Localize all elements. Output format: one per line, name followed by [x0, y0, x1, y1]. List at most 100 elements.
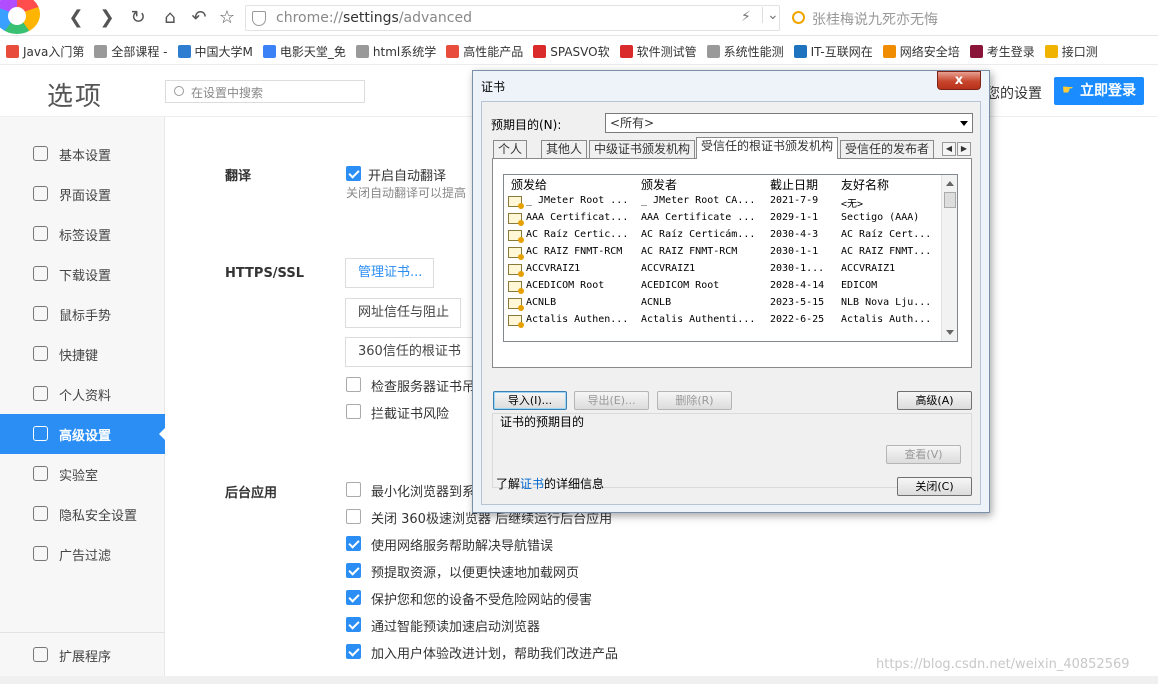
- sidebar-item-mouse[interactable]: 鼠标手势: [0, 294, 165, 334]
- address-bar[interactable]: chrome://settings/advanced ⚡ ⌄: [245, 5, 780, 31]
- tab-icon: [33, 226, 48, 241]
- dialog-close-icon[interactable]: x: [937, 71, 981, 90]
- certificate-list: 颁发给 颁发者 截止日期 友好名称 _ JMeter Root ... _ JMe…: [503, 174, 958, 342]
- watermark: https://blog.csdn.net/weixin_40852569: [876, 657, 1130, 672]
- tab-scroll-left-icon[interactable]: ◀: [942, 142, 956, 156]
- certificate-row[interactable]: ACCVRAIZ1 ACCVRAIZ1 2030-1... ACCVRAIZ1: [504, 262, 942, 279]
- issued-by-cell: ACCVRAIZ1: [641, 263, 696, 274]
- tab-trusted-root-ca[interactable]: 受信任的根证书颁发机构: [696, 137, 839, 159]
- sidebar-item-extensions[interactable]: 扩展程序: [0, 635, 165, 675]
- bookmark-item[interactable]: Java入门第: [0, 37, 88, 64]
- bookmark-item[interactable]: html系统学: [350, 37, 440, 64]
- friendly-name-cell: AC Raíz Cert...: [841, 229, 932, 240]
- manage-certificates-button[interactable]: 管理证书...: [345, 258, 434, 288]
- sidebar-item-download[interactable]: 下载设置: [0, 254, 165, 294]
- background-option-checkbox[interactable]: [346, 509, 361, 524]
- horizontal-scrollbar[interactable]: [0, 676, 1158, 684]
- bookmark-label: IT-互联网在: [810, 44, 873, 59]
- tab-intermediate-ca[interactable]: 中级证书颁发机构: [589, 140, 696, 158]
- certificate-row[interactable]: Actalis Authen... Actalis Authenti... 2022…: [504, 313, 942, 330]
- chevron-down-icon[interactable]: ⌄: [762, 7, 779, 23]
- back-icon[interactable]: ❮: [64, 6, 88, 30]
- auto-translate-checkbox[interactable]: [346, 166, 361, 181]
- flask-icon: [33, 466, 48, 481]
- sidebar-item-window[interactable]: 界面设置: [0, 174, 165, 214]
- hand-icon: ☛: [1062, 83, 1074, 98]
- certificate-row[interactable]: AC RAIZ FNMT-RCM AC RAIZ FNMT-RCM 2030-1-1…: [504, 245, 942, 262]
- bookmark-favicon-icon: [6, 44, 19, 58]
- sidebar-item-gear[interactable]: 基本设置: [0, 134, 165, 174]
- tab-scroll-right-icon[interactable]: ▶: [957, 142, 971, 156]
- export-button[interactable]: 导出(E)...: [574, 391, 649, 410]
- root-certificates-button[interactable]: 360信任的根证书: [345, 337, 475, 367]
- bookmark-item[interactable]: 接口测: [1039, 37, 1102, 64]
- undo-icon[interactable]: ↶: [187, 6, 211, 30]
- check-server-cert-checkbox[interactable]: [346, 377, 361, 392]
- certificate-row[interactable]: ACEDICOM Root ACEDICOM Root 2028-4-14 EDICO…: [504, 279, 942, 296]
- bookmark-item[interactable]: 考生登录: [964, 37, 1039, 64]
- certificates-link[interactable]: 证书: [520, 477, 544, 491]
- sidebar-item-wrench[interactable]: 高级设置: [0, 414, 166, 454]
- remove-button[interactable]: 删除(R): [657, 391, 732, 410]
- sidebar-item-user[interactable]: 个人资料: [0, 374, 165, 414]
- background-option-checkbox[interactable]: [346, 482, 361, 497]
- bookmark-item[interactable]: SPASVO软: [527, 37, 613, 64]
- search-box[interactable]: 张桂梅说九死亦无悔: [782, 5, 1158, 31]
- friendly-name-cell: <无>: [841, 199, 864, 210]
- certificate-row[interactable]: AAA Certificat... AAA Certificate ... 2029…: [504, 211, 942, 228]
- tab-trusted-publishers[interactable]: 受信任的发布者: [840, 140, 935, 158]
- background-option-checkbox[interactable]: [346, 644, 361, 659]
- bookmark-item[interactable]: IT-互联网在: [788, 37, 877, 64]
- url-trust-button[interactable]: 网址信任与阻止: [345, 298, 461, 328]
- login-button[interactable]: ☛ 立即登录: [1054, 77, 1144, 105]
- close-button[interactable]: 关闭(C): [897, 477, 972, 496]
- list-scrollbar[interactable]: [941, 175, 957, 341]
- sidebar-item-shield[interactable]: 隐私安全设置: [0, 494, 165, 534]
- import-button[interactable]: 导入(I)...: [493, 391, 567, 410]
- lightning-icon[interactable]: ⚡: [741, 9, 751, 25]
- certificate-row[interactable]: _ JMeter Root ... _ JMeter Root CA... 2021…: [504, 194, 942, 211]
- background-option-checkbox[interactable]: [346, 617, 361, 632]
- sidebar-item-block[interactable]: 广告过滤: [0, 534, 165, 574]
- certificate-icon: [508, 298, 524, 311]
- background-option-checkbox[interactable]: [346, 563, 361, 578]
- bookmark-item[interactable]: 高性能产品: [440, 37, 527, 64]
- expiration-cell: 2021-7-9: [770, 195, 819, 206]
- bookmark-label: 网络安全培: [899, 44, 960, 59]
- scroll-up-icon[interactable]: [946, 177, 954, 186]
- learn-more-suffix: 的详细信息: [544, 477, 605, 491]
- user-icon: [33, 386, 48, 401]
- purpose-dropdown[interactable]: <所有>: [605, 113, 973, 133]
- scroll-down-icon[interactable]: [946, 330, 954, 339]
- column-header-issued-by[interactable]: 颁发者: [641, 176, 677, 193]
- bookmark-item[interactable]: 全部课程 -: [88, 37, 171, 64]
- sidebar-item-keyboard[interactable]: 快捷键: [0, 334, 165, 374]
- bookmark-item[interactable]: 系统性能测: [701, 37, 788, 64]
- intercept-cert-risk-checkbox[interactable]: [346, 404, 361, 419]
- advanced-button[interactable]: 高级(A): [897, 391, 972, 410]
- sidebar-item-tab[interactable]: 标签设置: [0, 214, 165, 254]
- home-icon[interactable]: ⌂: [158, 6, 182, 30]
- star-icon[interactable]: ☆: [215, 6, 239, 30]
- column-header-expiration[interactable]: 截止日期: [770, 176, 818, 193]
- scroll-thumb[interactable]: [944, 192, 956, 208]
- background-option-checkbox[interactable]: [346, 536, 361, 551]
- bookmark-item[interactable]: 电影天堂_免: [257, 37, 350, 64]
- bookmark-item[interactable]: 软件测试管: [614, 37, 701, 64]
- settings-search-input[interactable]: 在设置中搜索: [165, 80, 365, 103]
- forward-icon[interactable]: ❯: [95, 6, 119, 30]
- column-header-friendly-name[interactable]: 友好名称: [841, 176, 889, 193]
- security-shield-icon[interactable]: [252, 11, 266, 26]
- view-button[interactable]: 查看(V): [886, 445, 961, 464]
- column-header-issued-to[interactable]: 颁发给: [511, 176, 547, 193]
- sidebar-item-flask[interactable]: 实验室: [0, 454, 165, 494]
- browser-toolbar: ❮ ❯ ↻ ⌂ ↶ ☆ chrome://settings/advanced ⚡…: [0, 0, 1158, 36]
- background-option-checkbox[interactable]: [346, 590, 361, 605]
- certificate-row[interactable]: AC Raíz Certic... AC Raíz Certicám... 2030…: [504, 228, 942, 245]
- refresh-icon[interactable]: ↻: [126, 6, 150, 30]
- certificate-row[interactable]: ACNLB ACNLB 2023-5-15 NLB Nova Lju...: [504, 296, 942, 313]
- bookmark-item[interactable]: 网络安全培: [877, 37, 964, 64]
- tab-other-people[interactable]: 其他人: [541, 140, 588, 158]
- tab-personal[interactable]: 个人: [493, 140, 528, 158]
- bookmark-item[interactable]: 中国大学M: [172, 37, 257, 64]
